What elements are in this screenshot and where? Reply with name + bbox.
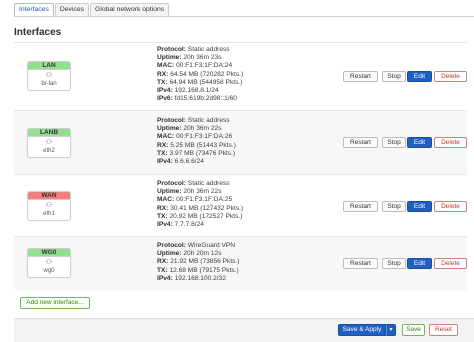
add-interface-button[interactable]: Add new interface...	[20, 297, 90, 309]
interface-info: Protocol: Static address Uptime: 20h 36m…	[157, 46, 244, 103]
tab-divider	[14, 16, 474, 17]
save-apply-button[interactable]: Save & Apply	[338, 324, 386, 336]
interface-name: WG0	[28, 249, 70, 257]
save-button[interactable]: Save	[402, 324, 425, 336]
edit-button[interactable]: Edit	[407, 201, 432, 212]
interface-badge-lan: LAN ⚇ br-lan	[27, 61, 71, 91]
restart-button[interactable]: Restart	[343, 71, 378, 82]
restart-button[interactable]: Restart	[343, 137, 378, 148]
stop-button[interactable]: Stop	[382, 71, 406, 82]
interface-device: eth2	[43, 148, 55, 154]
tab-interfaces[interactable]: Interfaces	[14, 3, 54, 16]
interface-device: eth1	[43, 211, 55, 217]
network-port-icon: ⚇	[45, 202, 53, 209]
network-port-icon: ⚇	[45, 259, 53, 266]
interface-row-wan: WAN ⚇ eth1 Protocol: Static address Upti…	[14, 174, 467, 236]
page-title: Interfaces	[14, 27, 62, 38]
edit-button[interactable]: Edit	[407, 258, 432, 269]
network-port-icon: ⚇	[45, 72, 53, 79]
reset-button[interactable]: Reset	[429, 324, 458, 336]
delete-button[interactable]: Delete	[434, 258, 467, 269]
interface-row-wg0: WG0 ⚇ wg0 Protocol: WireGuard VPN Uptime…	[14, 236, 467, 290]
interface-name: LAN	[28, 62, 70, 70]
tab-global-network-options[interactable]: Global network options	[90, 3, 170, 16]
interface-info: Protocol: Static address Uptime: 20h 36m…	[157, 180, 244, 229]
tab-devices[interactable]: Devices	[54, 3, 90, 16]
interface-row-lan: LAN ⚇ br-lan Protocol: Static address Up…	[14, 42, 467, 110]
interface-name: WAN	[28, 192, 70, 200]
network-port-icon: ⚇	[45, 139, 53, 146]
stop-button[interactable]: Stop	[382, 137, 406, 148]
interface-info: Protocol: Static address Uptime: 20h 36m…	[157, 117, 236, 166]
restart-button[interactable]: Restart	[343, 258, 378, 269]
interface-name: LANB	[28, 129, 70, 137]
interface-device: br-lan	[41, 81, 57, 87]
tab-bar: Interfaces Devices Global network option…	[14, 3, 170, 17]
restart-button[interactable]: Restart	[343, 201, 378, 212]
chevron-down-icon[interactable]: ▾	[386, 324, 396, 336]
delete-button[interactable]: Delete	[434, 201, 467, 212]
delete-button[interactable]: Delete	[434, 71, 467, 82]
interface-badge-wan: WAN ⚇ eth1	[27, 191, 71, 221]
interface-info: Protocol: WireGuard VPN Uptime: 20h 20m …	[157, 242, 240, 282]
interface-row-lanb: LANB ⚇ eth2 Protocol: Static address Upt…	[14, 110, 467, 174]
interface-badge-wg0: WG0 ⚇ wg0	[27, 248, 71, 278]
stop-button[interactable]: Stop	[382, 201, 406, 212]
edit-button[interactable]: Edit	[407, 71, 432, 82]
interface-device: wg0	[43, 268, 55, 274]
stop-button[interactable]: Stop	[382, 258, 406, 269]
edit-button[interactable]: Edit	[407, 137, 432, 148]
delete-button[interactable]: Delete	[434, 137, 467, 148]
interface-badge-lanb: LANB ⚇ eth2	[27, 128, 71, 158]
